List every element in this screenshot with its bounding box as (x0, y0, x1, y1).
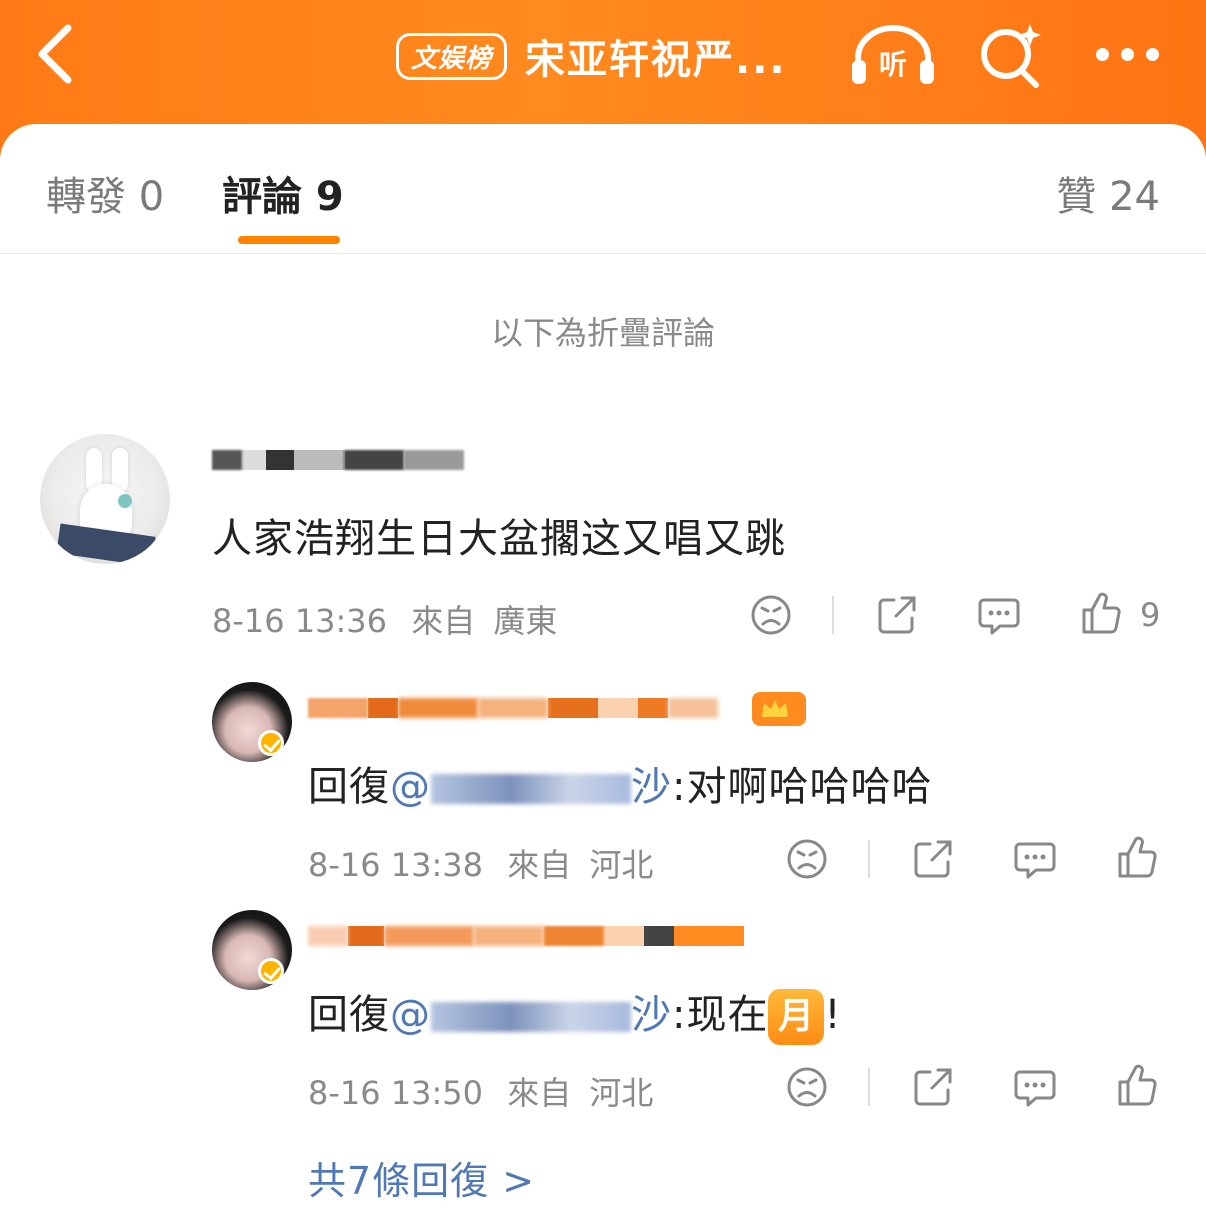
headphones-icon: 听 (852, 25, 934, 84)
comment-location: 廣東 (493, 602, 558, 640)
reply-button[interactable] (1014, 840, 1056, 884)
reply-prefix: 回復 (308, 764, 390, 810)
reply-body: :现在 (672, 992, 769, 1038)
reply-button[interactable] (978, 596, 1020, 640)
back-button[interactable] (30, 22, 90, 86)
mention-link[interactable]: @ 沙 (390, 764, 672, 810)
like-button[interactable] (1080, 592, 1122, 640)
dislike-button[interactable] (786, 838, 828, 884)
mention-link[interactable]: @ 沙 (390, 992, 672, 1038)
ranking-badge: 文娱榜 (396, 32, 508, 80)
thumbs-up-icon (1082, 592, 1121, 634)
mention-tail: 沙 (631, 992, 672, 1038)
frown-face-icon (787, 1067, 827, 1107)
reply-button[interactable] (1014, 1068, 1056, 1112)
reply-body: :对啊哈哈哈哈 (672, 764, 933, 810)
blogger-badge (752, 692, 806, 726)
divider (832, 596, 834, 634)
divider (868, 1068, 870, 1106)
comment-text: 人家浩翔生日大盆擱这又唱又跳 (212, 516, 786, 562)
dislike-button[interactable] (786, 1066, 828, 1112)
reply-username-blurred[interactable] (308, 918, 744, 954)
frown-face-icon (787, 839, 827, 879)
mention-blurred (431, 774, 631, 804)
crown-icon (762, 700, 788, 717)
comment-meta: 8-16 13:36 來自 廣東 (212, 596, 557, 642)
reply-time: 8-16 13:38 (308, 846, 484, 884)
page-title: 宋亚轩祝严... (525, 37, 787, 83)
search-sparkle-icon (981, 24, 1041, 88)
reply-location: 河北 (589, 846, 654, 884)
like-count: 9 (1140, 596, 1161, 634)
tab-like[interactable]: 贊 24 (1056, 164, 1160, 222)
frown-face-icon (751, 595, 791, 635)
share-icon (878, 596, 916, 634)
comment-source-label: 來自 (411, 602, 476, 640)
chevron-left-icon (38, 24, 72, 84)
like-button[interactable] (1116, 1064, 1158, 1112)
reply-location: 河北 (589, 1074, 654, 1112)
search-button[interactable] (976, 20, 1046, 90)
reply-prefix: 回復 (308, 992, 390, 1038)
more-options-icon[interactable] (1096, 38, 1168, 70)
reply-time: 8-16 13:50 (308, 1074, 484, 1112)
reply-meta: 8-16 13:50 來自 河北 (308, 1068, 653, 1114)
mention-tail: 沙 (631, 764, 672, 810)
tab-active-indicator (238, 236, 340, 244)
reply-text: 回復@ 沙:对啊哈哈哈哈 (308, 754, 932, 812)
header-title-group[interactable]: 文娱榜 宋亚轩祝严... (396, 28, 787, 84)
verified-badge-icon (258, 730, 284, 756)
tab-bar: 轉發 0 評論 9 贊 24 (0, 124, 1206, 254)
svg-text:听: 听 (879, 48, 907, 81)
comment-bubble-icon (978, 598, 1020, 635)
reply-suffix: ! (824, 992, 842, 1038)
dot (1096, 47, 1109, 61)
folded-comments-note: 以下為折疊評論 (490, 314, 715, 352)
comments-card: 轉發 0 評論 9 贊 24 以下為折疊評論 (0, 124, 1206, 1220)
listen-button[interactable]: 听 (848, 22, 938, 88)
mention-at: @ (390, 764, 431, 810)
share-icon (914, 1068, 952, 1106)
thumbs-up-icon (1118, 1064, 1157, 1106)
reply-username-blurred[interactable] (308, 690, 718, 726)
verified-badge-icon (258, 958, 284, 984)
share-button[interactable] (912, 838, 954, 884)
mention-blurred (431, 1002, 631, 1032)
reply-text: 回復@ 沙:现在月! (308, 982, 842, 1045)
bunny-bow (118, 494, 132, 508)
divider (868, 840, 870, 878)
comment-bubble-icon (1014, 842, 1056, 879)
tab-comment[interactable]: 評論 9 (222, 164, 344, 222)
share-icon (914, 840, 952, 878)
comment-bubble-icon (1014, 1070, 1056, 1107)
dot (1146, 47, 1159, 61)
share-button[interactable] (876, 594, 918, 640)
username-blurred[interactable] (212, 442, 464, 478)
tab-forward[interactable]: 轉發 0 (46, 164, 164, 222)
reply-source-label: 來自 (507, 846, 572, 884)
reply-source-label: 來自 (507, 1074, 572, 1112)
reply-meta: 8-16 13:38 來自 河北 (308, 840, 653, 886)
moon-emoji: 月 (768, 989, 825, 1045)
thumbs-up-icon (1118, 836, 1157, 878)
share-button[interactable] (912, 1066, 954, 1112)
view-all-replies-link[interactable]: 共7條回復 > (308, 1150, 535, 1205)
dislike-button[interactable] (750, 594, 792, 640)
like-button[interactable] (1116, 836, 1158, 884)
avatar[interactable] (40, 434, 170, 564)
comment-time: 8-16 13:36 (212, 602, 388, 640)
mention-at: @ (390, 992, 431, 1038)
dot (1121, 47, 1134, 61)
